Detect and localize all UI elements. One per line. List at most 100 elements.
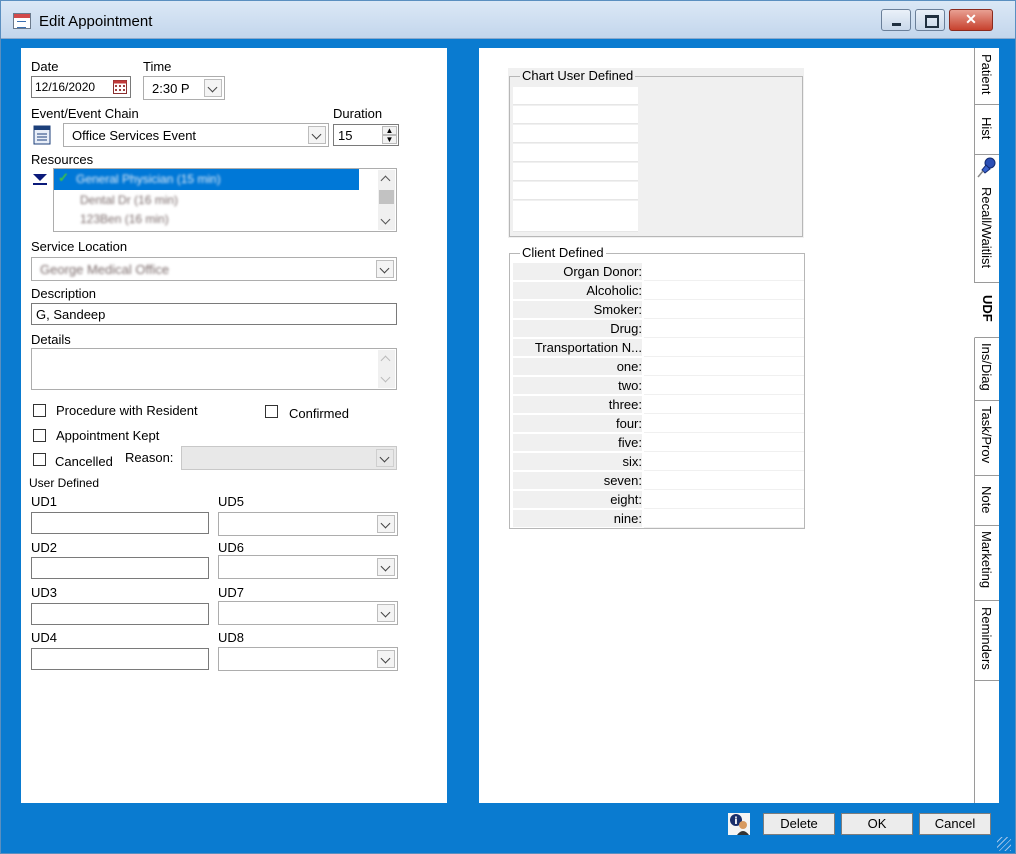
ud2-label: UD2 — [31, 540, 58, 555]
client-field-value[interactable] — [644, 301, 804, 319]
client-field-value[interactable] — [644, 282, 804, 300]
expand-resources-icon[interactable] — [33, 174, 47, 181]
description-value: G, Sandeep — [36, 307, 106, 322]
event-list-icon[interactable] — [33, 125, 51, 145]
chart-udf-row[interactable] — [513, 182, 638, 200]
ud5-select[interactable] — [218, 512, 398, 536]
ud4-field[interactable] — [31, 648, 209, 670]
tab-ins-diag[interactable]: Ins/Diag — [975, 338, 999, 401]
chevron-down-icon[interactable] — [377, 650, 395, 668]
chart-udf-row[interactable] — [513, 144, 638, 162]
reason-select[interactable] — [181, 446, 397, 470]
chart-udf-row[interactable] — [513, 201, 638, 232]
minimize-button[interactable] — [881, 9, 911, 31]
chevron-down-icon[interactable] — [377, 604, 395, 622]
client-field-value[interactable] — [644, 434, 804, 452]
tab-marketing[interactable]: Marketing — [975, 526, 999, 601]
ud1-field[interactable] — [31, 512, 209, 534]
client-field-value[interactable] — [644, 263, 804, 281]
client-field-value[interactable] — [644, 358, 804, 376]
client-field-value[interactable] — [644, 377, 804, 395]
user-defined-label: User Defined — [29, 476, 100, 490]
client-defined-rows: Organ Donor: Alcoholic: Smoker: Drug: Tr… — [510, 263, 806, 528]
appointment-details-panel: Date Time 12/16/2020 2:30 P Event/Event … — [21, 48, 447, 803]
service-location-select[interactable]: George Medical Office — [31, 257, 397, 281]
cancelled-checkbox[interactable] — [33, 453, 46, 466]
chart-udf-row[interactable] — [513, 125, 638, 143]
svg-text:i: i — [734, 816, 737, 827]
time-select[interactable]: 2:30 P — [143, 76, 225, 100]
appointment-kept-label: Appointment Kept — [56, 428, 160, 443]
tab-patient[interactable]: Patient — [975, 48, 999, 105]
client-field-value[interactable] — [644, 453, 804, 471]
cancel-button[interactable]: Cancel — [919, 813, 991, 835]
ok-button[interactable]: OK — [841, 813, 913, 835]
delete-button[interactable]: Delete — [763, 813, 835, 835]
client-field-label: Organ Donor: — [563, 264, 642, 279]
chevron-down-icon[interactable] — [376, 260, 394, 278]
confirmed-checkbox[interactable] — [265, 405, 278, 418]
description-field[interactable]: G, Sandeep — [31, 303, 397, 325]
maximize-button[interactable] — [915, 9, 945, 31]
side-tab-strip: Patient Hist Recall/Waitlist UDF Ins/Dia… — [974, 48, 999, 803]
resources-list[interactable]: ✓ General Physician (15 min) Dental Dr (… — [53, 168, 397, 232]
ud8-select[interactable] — [218, 647, 398, 671]
chevron-down-icon[interactable] — [377, 558, 395, 576]
event-label: Event/Event Chain — [31, 106, 139, 121]
chevron-down-icon[interactable] — [377, 515, 395, 533]
confirmed-label: Confirmed — [289, 406, 349, 421]
appointment-kept-checkbox[interactable] — [33, 429, 46, 442]
chart-udf-row[interactable] — [513, 106, 638, 124]
patient-info-icon[interactable]: i — [728, 813, 750, 835]
scroll-down-icon[interactable] — [380, 214, 391, 225]
tab-hist[interactable]: Hist — [975, 105, 999, 155]
tab-task-prov[interactable]: Task/Prov — [975, 401, 999, 476]
resource-item[interactable]: Dental Dr (16 min) — [54, 190, 359, 210]
close-button[interactable]: ✕ — [949, 9, 993, 31]
client-field-value[interactable] — [644, 320, 804, 338]
chevron-down-icon[interactable] — [204, 79, 222, 97]
tab-note[interactable]: Note — [975, 476, 999, 526]
date-field[interactable]: 12/16/2020 — [31, 76, 131, 98]
calendar-icon[interactable] — [113, 80, 127, 94]
client-field-value[interactable] — [644, 339, 804, 357]
duration-stepper[interactable]: 15 ▲ ▼ — [333, 124, 399, 146]
chevron-down-icon[interactable] — [376, 449, 394, 467]
resize-grip-icon[interactable] — [997, 837, 1011, 851]
scroll-down-icon[interactable] — [380, 372, 391, 383]
tab-recall-waitlist[interactable]: Recall/Waitlist — [975, 155, 999, 283]
chart-udf-row[interactable] — [513, 163, 638, 181]
resource-item-selected[interactable]: ✓ General Physician (15 min) — [54, 169, 359, 190]
duration-down-icon[interactable]: ▼ — [382, 135, 397, 144]
client-field-value[interactable] — [644, 491, 804, 509]
resources-scrollbar[interactable] — [378, 170, 395, 230]
title-bar[interactable]: Edit Appointment ✕ — [1, 1, 1015, 39]
client-field-value[interactable] — [644, 415, 804, 433]
client-field-value[interactable] — [644, 396, 804, 414]
client-field-label: Smoker: — [593, 302, 642, 317]
ud3-field[interactable] — [31, 603, 209, 625]
details-scrollbar[interactable] — [378, 350, 395, 388]
ud2-field[interactable] — [31, 557, 209, 579]
details-textarea[interactable] — [31, 348, 397, 390]
chart-udf-row[interactable] — [513, 87, 638, 105]
client-field-value[interactable] — [644, 510, 804, 528]
tab-reminders[interactable]: Reminders — [975, 601, 999, 681]
procedure-with-resident-checkbox[interactable] — [33, 404, 46, 417]
time-label: Time — [143, 59, 172, 74]
chevron-down-icon[interactable] — [308, 126, 326, 144]
client-defined-title: Client Defined — [520, 245, 606, 260]
ud1-label: UD1 — [31, 494, 58, 509]
duration-up-icon[interactable]: ▲ — [382, 126, 397, 135]
scroll-up-icon[interactable] — [380, 175, 391, 186]
scroll-up-icon[interactable] — [380, 355, 391, 366]
client-field-value[interactable] — [644, 472, 804, 490]
ud6-select[interactable] — [218, 555, 398, 579]
tab-udf[interactable]: UDF — [974, 283, 999, 338]
calendar-app-icon — [13, 13, 31, 29]
resources-label: Resources — [31, 152, 94, 167]
resource-item[interactable]: 123Ben (16 min) — [54, 210, 359, 230]
ud7-select[interactable] — [218, 601, 398, 625]
event-select[interactable]: Office Services Event — [63, 123, 329, 147]
date-label: Date — [31, 59, 59, 74]
